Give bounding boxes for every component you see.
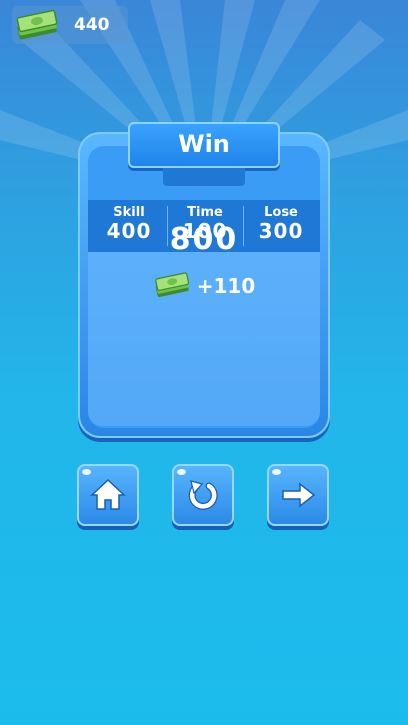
restart-button[interactable] — [172, 464, 234, 526]
cash-bonus: +110 — [88, 272, 320, 303]
cash-stack-icon — [14, 9, 62, 44]
cash-stack-icon — [153, 272, 193, 303]
result-title: Win — [178, 130, 230, 158]
title-notch — [163, 168, 245, 186]
result-panel-body: Skill 400 Time 100 Lose 300 800 +110 — [88, 146, 320, 428]
score-area: 800 +110 — [88, 222, 320, 426]
result-title-banner: Win — [128, 122, 280, 186]
total-score: 800 — [169, 222, 239, 257]
stat-lose-label: Lose — [264, 205, 298, 220]
cash-counter: 440 — [12, 6, 128, 44]
next-button[interactable] — [267, 464, 329, 526]
cash-bonus-amount: +110 — [196, 274, 256, 298]
stat-time-label: Time — [187, 205, 223, 220]
cash-amount: 440 — [74, 15, 110, 35]
home-button[interactable] — [77, 464, 139, 526]
stat-skill-label: Skill — [113, 205, 145, 220]
